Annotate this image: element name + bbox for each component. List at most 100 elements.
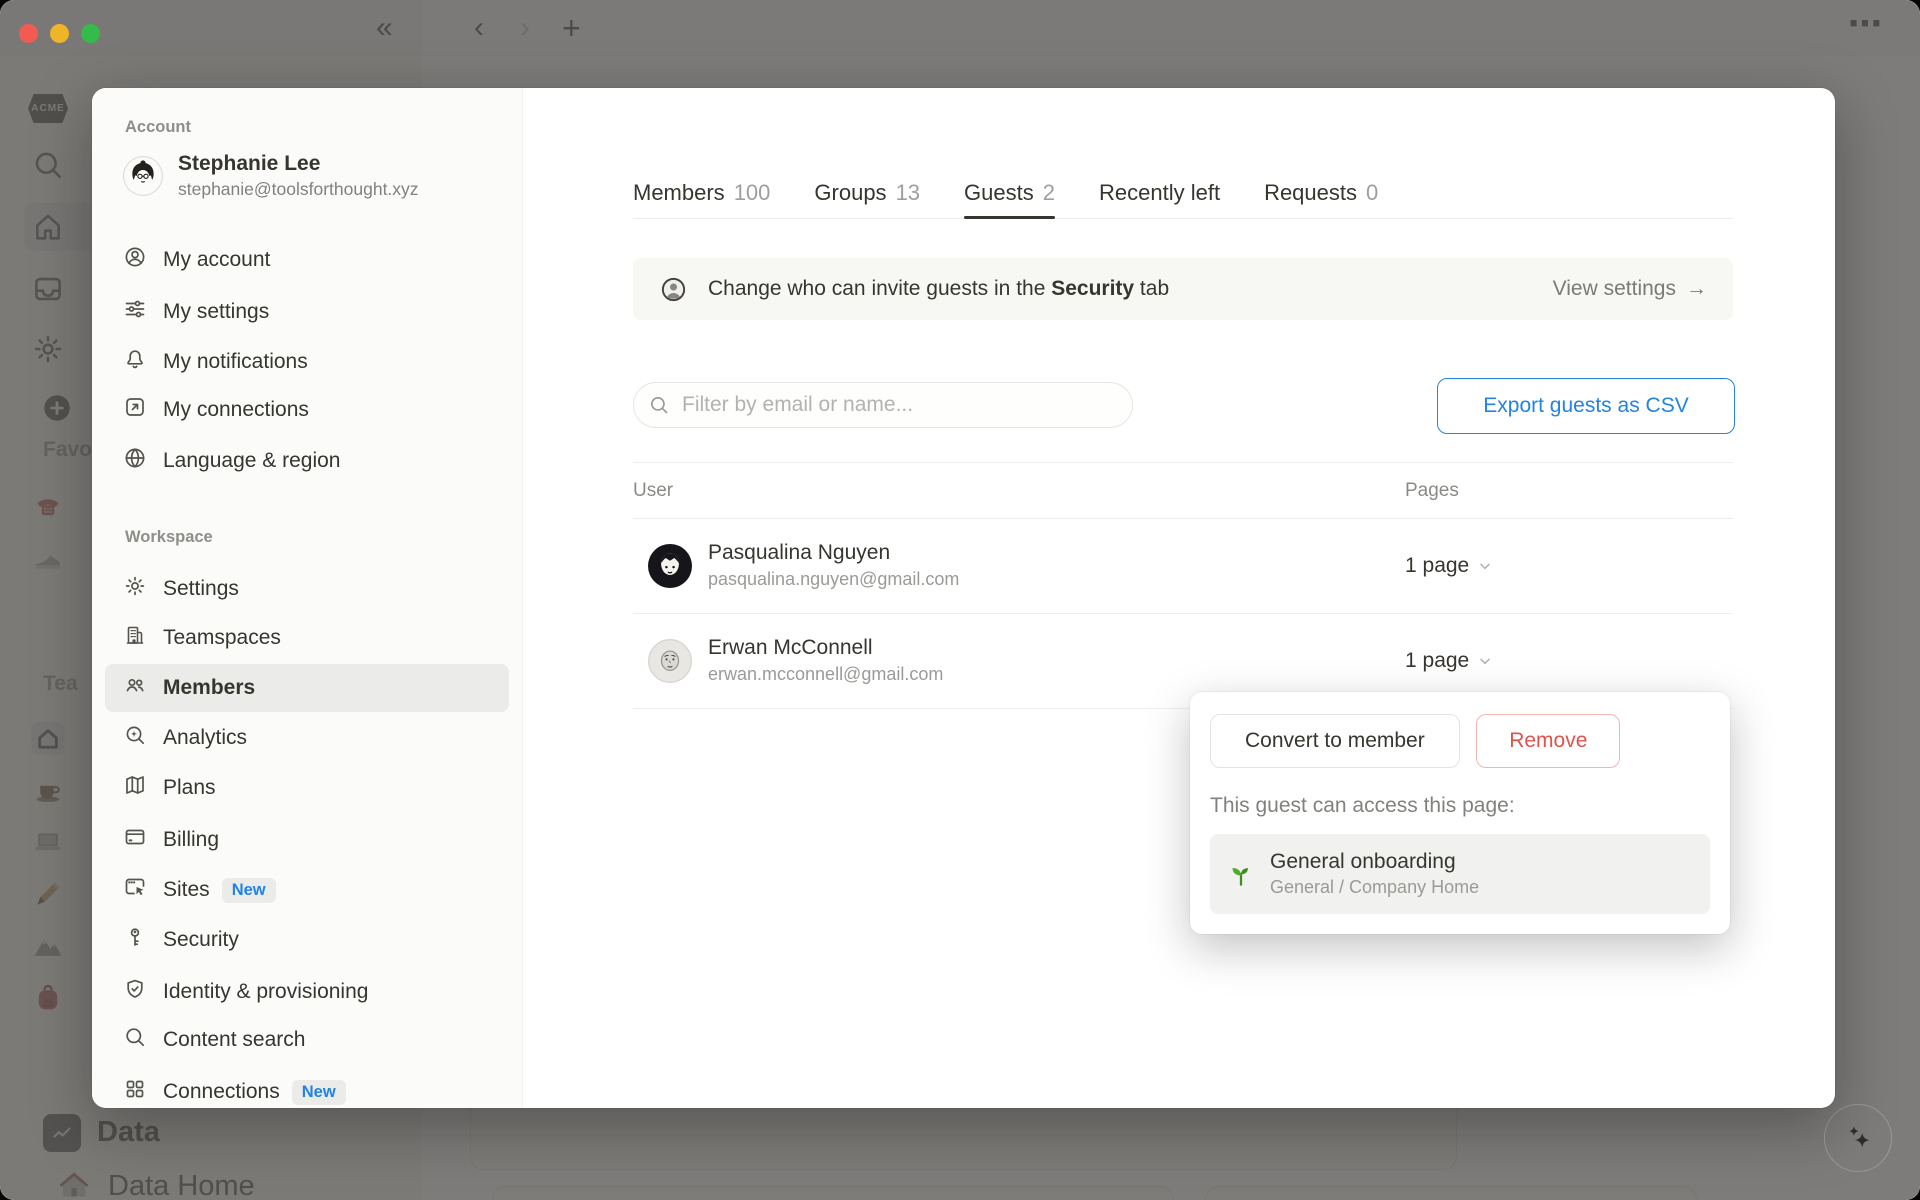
sidebar-item-settings[interactable]: Settings	[105, 567, 509, 611]
active-tab-underline	[964, 216, 1055, 219]
sidebar-item-my-notifications[interactable]: My notifications	[105, 340, 509, 384]
magnifier-icon	[123, 1025, 147, 1055]
sidebar-item-sites[interactable]: Sites New	[105, 868, 509, 912]
person-circle-icon	[659, 275, 688, 304]
popover-caption: This guest can access this page:	[1210, 794, 1515, 817]
sidebar-item-label: My notifications	[163, 350, 308, 373]
chevron-down-icon	[1480, 658, 1490, 664]
guest-name: Pasqualina Nguyen	[708, 541, 891, 564]
tab-label: Recently left	[1099, 180, 1221, 205]
accessible-page-item[interactable]: General onboarding General / Company Hom…	[1210, 834, 1710, 914]
guest-name: Erwan McConnell	[708, 636, 873, 659]
sidebar-item-label: Teamspaces	[163, 626, 281, 649]
tab-guests[interactable]: Guests 2	[964, 152, 1055, 219]
pages-count-label: 1 page	[1405, 648, 1470, 672]
credit-card-icon	[123, 825, 147, 855]
people-icon	[123, 673, 147, 703]
sidebar-item-label: Identity & provisioning	[163, 980, 369, 1003]
pages-dropdown[interactable]: 1 page	[1405, 554, 1493, 578]
browser-cursor-icon	[123, 875, 147, 905]
tab-count: 0	[1366, 180, 1379, 205]
sidebar-item-teamspaces[interactable]: Teamspaces	[105, 616, 509, 660]
magnifier-sparkle-icon	[123, 723, 147, 753]
sidebar-item-plans[interactable]: Plans	[105, 766, 509, 810]
arrow-out-box-icon	[123, 395, 147, 425]
grid-icon	[123, 1077, 147, 1107]
tab-label: Guests	[964, 180, 1034, 205]
sliders-icon	[123, 297, 147, 327]
sidebar-item-label: Members	[163, 676, 256, 699]
app-window: « ‹ › + ⋯ ACME Favo Tea	[0, 0, 1920, 1200]
invite-guests-banner: Change who can invite guests in the Secu…	[633, 258, 1733, 320]
column-header-pages: Pages	[1405, 479, 1459, 501]
map-icon	[123, 773, 147, 803]
banner-text: Change who can invite guests in the Secu…	[708, 277, 1170, 300]
tab-count: 100	[733, 180, 771, 205]
minimize-window-button[interactable]	[50, 24, 69, 43]
new-badge: New	[291, 1079, 346, 1105]
members-tabs: Members 100 Groups 13 Guests 2 Recently …	[633, 152, 1733, 219]
sidebar-item-content-search[interactable]: Content search	[105, 1018, 509, 1062]
pages-dropdown[interactable]: 1 page	[1405, 649, 1493, 673]
guest-email: pasqualina.nguyen@gmail.com	[708, 569, 960, 589]
workspace-section-header: Workspace	[125, 528, 213, 546]
sidebar-item-members[interactable]: Members	[105, 664, 509, 712]
sidebar-item-my-connections[interactable]: My connections	[105, 388, 509, 432]
ai-assistant-button[interactable]	[1824, 1104, 1892, 1172]
sidebar-item-label: My connections	[163, 398, 309, 421]
key-icon	[123, 925, 147, 955]
guest-email: erwan.mcconnell@gmail.com	[708, 664, 944, 684]
sidebar-item-label: Language & region	[163, 449, 341, 472]
export-guests-csv-button[interactable]: Export guests as CSV	[1437, 378, 1735, 434]
account-user-email: stephanie@toolsforthought.xyz	[178, 179, 419, 199]
zoom-window-button[interactable]	[81, 24, 100, 43]
tab-label: Members	[633, 180, 725, 205]
view-settings-link[interactable]: View settings →	[1553, 277, 1707, 301]
sidebar-item-label: Billing	[163, 828, 220, 851]
sidebar-item-label: Sites	[163, 878, 210, 901]
convert-to-member-button[interactable]: Convert to member	[1210, 714, 1460, 768]
tab-requests[interactable]: Requests 0	[1264, 152, 1378, 218]
sidebar-item-my-settings[interactable]: My settings	[105, 290, 509, 334]
bell-icon	[123, 347, 147, 377]
filter-input[interactable]	[680, 392, 1118, 418]
sidebar-item-connections[interactable]: Connections New	[105, 1070, 509, 1108]
pages-count-label: 1 page	[1405, 553, 1470, 577]
guest-row[interactable]: Pasqualina Nguyen pasqualina.nguyen@gmai…	[633, 518, 1733, 614]
tab-label: Requests	[1264, 180, 1358, 205]
sidebar-item-security[interactable]: Security	[105, 918, 509, 962]
column-header-user: User	[633, 479, 674, 501]
search-icon	[648, 394, 670, 416]
tab-members[interactable]: Members 100	[633, 152, 770, 218]
avatar	[123, 156, 163, 196]
globe-icon	[123, 446, 147, 476]
sidebar-item-identity-provisioning[interactable]: Identity & provisioning	[105, 970, 509, 1014]
sidebar-item-label: Settings	[163, 577, 239, 600]
avatar	[648, 543, 692, 588]
building-icon	[123, 623, 147, 653]
tab-groups[interactable]: Groups 13	[814, 152, 920, 218]
arrow-right-icon: →	[1686, 277, 1707, 300]
guest-filter-search[interactable]	[633, 382, 1133, 428]
sidebar-item-label: Security	[163, 928, 239, 951]
person-circle-icon	[123, 245, 147, 275]
guest-actions-popover: Convert to member Remove This guest can …	[1190, 692, 1730, 934]
account-user-row[interactable]: Stephanie Lee stephanie@toolsforthought.…	[123, 152, 419, 200]
avatar	[648, 638, 692, 683]
remove-guest-button[interactable]: Remove	[1476, 714, 1621, 768]
tab-label: Groups	[814, 180, 887, 205]
sidebar-item-billing[interactable]: Billing	[105, 818, 509, 862]
sidebar-item-analytics[interactable]: Analytics	[105, 716, 509, 760]
sidebar-item-my-account[interactable]: My account	[105, 238, 509, 282]
sparkles-icon	[1849, 1126, 1870, 1148]
close-window-button[interactable]	[19, 24, 38, 43]
tab-count: 2	[1042, 180, 1055, 205]
sidebar-item-label: My settings	[163, 300, 270, 323]
page-title: General onboarding	[1270, 850, 1456, 873]
page-breadcrumb: General / Company Home	[1270, 877, 1480, 897]
sidebar-item-label: Analytics	[163, 726, 248, 749]
tab-recently-left[interactable]: Recently left	[1099, 152, 1220, 218]
seedling-icon	[1226, 859, 1256, 889]
settings-modal: Account Stephanie Lee stephanie@toolsfor…	[92, 88, 1835, 1108]
sidebar-item-language-region[interactable]: Language & region	[105, 439, 509, 483]
